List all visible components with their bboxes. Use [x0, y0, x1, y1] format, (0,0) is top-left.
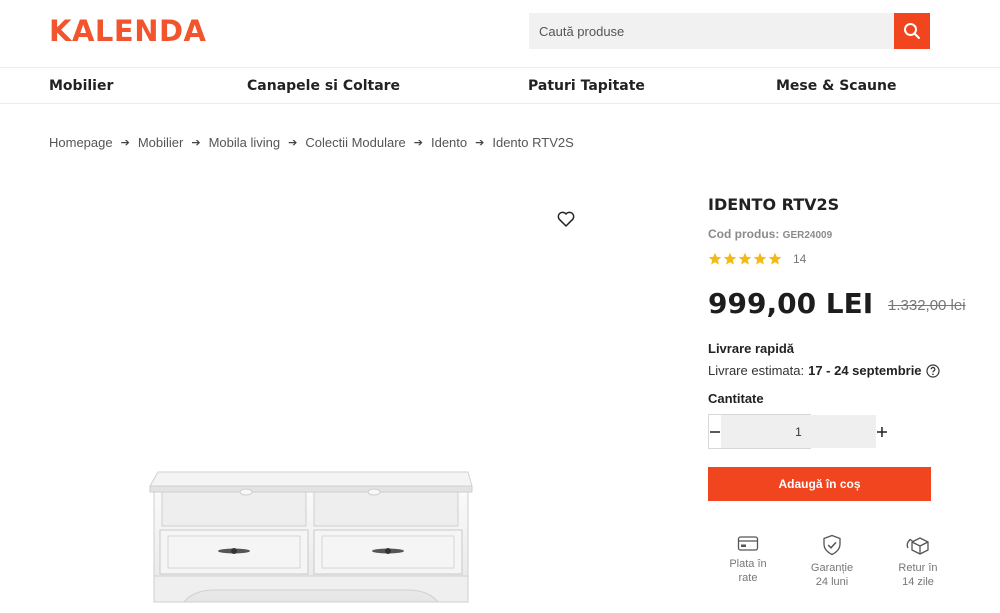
breadcrumb-item[interactable]: Colectii Modulare — [305, 135, 405, 150]
breadcrumb-item-current: Idento RTV2S — [492, 135, 574, 150]
benefit-returns: Retur în 14 zile — [878, 534, 958, 589]
breadcrumb-item[interactable]: Homepage — [49, 135, 113, 150]
benefit-line: Plata în — [729, 558, 767, 570]
product-price: 999,00 LEI — [708, 287, 874, 320]
minus-icon — [710, 430, 720, 433]
quantity-input[interactable] — [721, 415, 876, 448]
arrow-right-icon: ➔ — [475, 137, 485, 149]
delivery-estimate-label: Livrare estimata: — [708, 363, 805, 378]
nav-item-canapele[interactable]: Canapele si Coltare — [247, 78, 400, 94]
rating[interactable]: 14 — [708, 252, 806, 266]
search-bar — [529, 13, 930, 49]
search-button[interactable] — [894, 13, 930, 49]
quantity-decrease-button[interactable] — [709, 415, 721, 448]
benefit-warranty: Garanție 24 luni — [792, 534, 872, 589]
arrow-right-icon: ➔ — [120, 137, 130, 149]
plus-icon — [877, 426, 887, 437]
shield-icon — [823, 534, 841, 556]
breadcrumb-item[interactable]: Mobilier — [138, 135, 184, 150]
nav-item-paturi[interactable]: Paturi Tapitate — [528, 78, 645, 94]
quantity-increase-button[interactable] — [876, 415, 888, 448]
main-nav: Mobilier Canapele si Coltare Paturi Tapi… — [0, 69, 1000, 104]
product-code-label: Cod produs: — [708, 227, 780, 241]
rating-count[interactable]: 14 — [793, 252, 806, 266]
star-icon — [768, 252, 782, 265]
breadcrumb: Homepage ➔ Mobilier ➔ Mobila living ➔ Co… — [49, 135, 574, 150]
delivery-estimate-value: 17 - 24 septembrie — [808, 363, 922, 378]
benefit-line: Garanție — [810, 562, 854, 574]
search-icon — [904, 23, 920, 39]
breadcrumb-item[interactable]: Mobila living — [209, 135, 281, 150]
product-title: IDENTO RTV2S — [708, 195, 840, 214]
product-code-value: GER24009 — [782, 230, 833, 241]
add-to-cart-button[interactable]: Adaugă în coș — [708, 467, 931, 501]
delivery-estimate: Livrare estimata: 17 - 24 septembrie — [708, 363, 940, 378]
arrow-right-icon: ➔ — [191, 137, 201, 149]
benefit-line: rate — [738, 572, 758, 584]
nav-item-mese[interactable]: Mese & Scaune — [776, 78, 896, 94]
benefit-line: Retur în — [898, 562, 938, 574]
product-code: Cod produs: GER24009 — [708, 227, 832, 241]
breadcrumb-item[interactable]: Idento — [431, 135, 467, 150]
delivery-title: Livrare rapidă — [708, 341, 794, 356]
nav-item-mobilier[interactable]: Mobilier — [49, 78, 113, 94]
star-icon — [753, 252, 767, 265]
arrow-right-icon: ➔ — [413, 137, 423, 149]
quantity-label: Cantitate — [708, 391, 764, 406]
site-header: KALENDA — [0, 0, 1000, 68]
benefit-line: 14 zile — [902, 576, 934, 588]
arrow-right-icon: ➔ — [288, 137, 298, 149]
question-circle-icon[interactable] — [925, 363, 940, 378]
product-image[interactable] — [148, 470, 474, 613]
star-icon — [708, 252, 722, 265]
card-icon — [737, 536, 759, 551]
kalenda-logo[interactable]: KALENDA — [49, 14, 207, 48]
search-input[interactable] — [529, 13, 894, 49]
old-price: 1.332,00 lei — [888, 297, 966, 314]
benefit-line: 24 luni — [815, 576, 849, 588]
heart-icon[interactable] — [556, 209, 576, 229]
benefit-installments: Plata în rate — [708, 534, 788, 585]
star-icon — [723, 252, 737, 265]
return-box-icon — [906, 537, 929, 555]
star-icon — [738, 252, 752, 265]
quantity-stepper — [708, 414, 888, 449]
